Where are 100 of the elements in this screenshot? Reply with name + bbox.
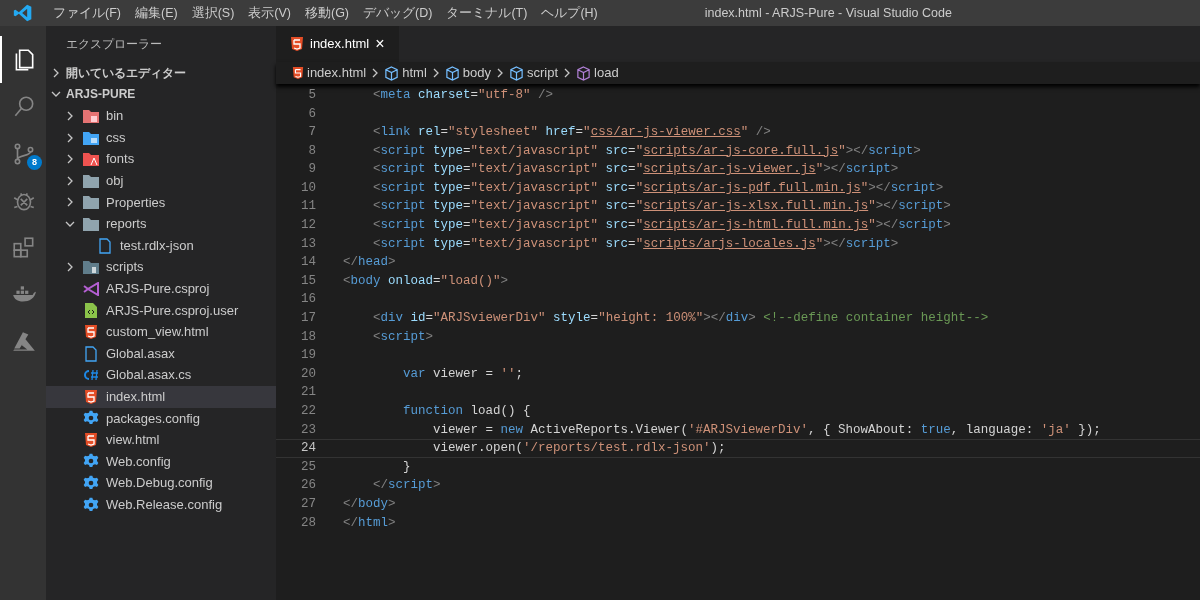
gear-icon bbox=[83, 453, 99, 470]
line-number: 21 bbox=[300, 384, 316, 402]
line-number: 27 bbox=[300, 496, 316, 513]
code-line: viewer.open('/reports/test.rdlx-json'); bbox=[432, 440, 726, 458]
visual-studio-icon bbox=[83, 281, 99, 296]
html5-icon bbox=[84, 431, 98, 448]
code-file-icon bbox=[84, 302, 98, 319]
cube-icon bbox=[444, 65, 460, 81]
line-number: 16 bbox=[300, 291, 316, 309]
menu-item[interactable]: 表示(V) bbox=[241, 3, 298, 23]
code-line: <script type="text/javascript" src="scripts/ar-js-html.full.min.js"></script> bbox=[372, 217, 951, 235]
line-number: 6 bbox=[307, 105, 316, 123]
folder-icon bbox=[83, 195, 99, 210]
tree-item[interactable]: Properties bbox=[46, 191, 276, 214]
tree-item[interactable]: css bbox=[46, 126, 276, 149]
tree-item[interactable]: index.html bbox=[46, 385, 276, 408]
code-line: <div id="ARJSviewerDiv" style="height: 100%"></div> <!--define container height--> bbox=[372, 310, 989, 328]
line-number: 14 bbox=[300, 254, 316, 272]
scripts-folder-icon bbox=[83, 260, 99, 275]
menu-item[interactable]: 編集(E) bbox=[127, 3, 185, 23]
line-number: 26 bbox=[300, 477, 316, 495]
tree-item[interactable]: Global.asax.cs bbox=[46, 364, 276, 386]
breadcrumb[interactable]: html bbox=[402, 63, 427, 83]
tree-item[interactable]: Web.config bbox=[46, 450, 276, 473]
section-header[interactable]: ARJS-PURE bbox=[46, 83, 276, 106]
cube-icon bbox=[576, 65, 592, 81]
tree-item[interactable]: packages.config bbox=[46, 407, 276, 430]
code-line: <script type="text/javascript" src="scripts/arjs-locales.js"></script> bbox=[372, 235, 899, 253]
line-number: 22 bbox=[300, 403, 316, 420]
code-line: </script> bbox=[372, 477, 441, 495]
line-number: 13 bbox=[300, 235, 316, 253]
code-line: </html> bbox=[343, 514, 396, 532]
breadcrumb[interactable]: load bbox=[594, 63, 619, 83]
line-number: 28 bbox=[300, 514, 316, 532]
html5-icon bbox=[292, 66, 304, 80]
code-line: } bbox=[402, 458, 411, 476]
menu-item[interactable]: ターミナル(T) bbox=[439, 3, 535, 23]
sidebar-title: エクスプローラー bbox=[66, 36, 162, 53]
window-title: index.html - ARJS-Pure - Visual Studio Code bbox=[704, 4, 952, 22]
code-line: var viewer = ''; bbox=[402, 365, 524, 383]
line-number: 17 bbox=[300, 310, 316, 328]
badge: 8 bbox=[27, 155, 42, 170]
code-line: <meta charset="utf-8" /> bbox=[372, 86, 554, 104]
html5-icon bbox=[290, 36, 304, 52]
tree-item[interactable]: fonts bbox=[46, 148, 276, 170]
menu-item[interactable]: ヘルプ(H) bbox=[534, 3, 605, 23]
gear-icon bbox=[83, 496, 99, 513]
menu-item[interactable]: デバッグ(D) bbox=[356, 3, 440, 23]
cube-icon bbox=[509, 65, 524, 81]
gear-icon bbox=[83, 475, 99, 492]
tree-item[interactable]: scripts bbox=[46, 256, 276, 278]
folder-icon bbox=[83, 173, 99, 188]
line-number: 23 bbox=[300, 421, 316, 439]
tree-item[interactable]: custom_view.html bbox=[46, 321, 276, 343]
tree-item[interactable]: bin bbox=[46, 105, 276, 127]
menu-item[interactable]: 移動(G) bbox=[298, 3, 357, 23]
line-number: 15 bbox=[300, 272, 316, 290]
tree-item[interactable]: ARJS-Pure.csproj bbox=[46, 277, 276, 300]
code-line: <link rel="stylesheet" href="css/ar-js-viewer.css" /> bbox=[372, 124, 771, 142]
cube-icon bbox=[384, 65, 400, 81]
tree-item[interactable]: view.html bbox=[46, 429, 276, 451]
code-line: <script> bbox=[372, 328, 434, 346]
bin-folder-icon bbox=[83, 109, 99, 123]
breadcrumb[interactable]: script bbox=[527, 63, 559, 83]
line-number: 7 bbox=[307, 124, 316, 142]
tree-item[interactable]: Web.Debug.config bbox=[46, 472, 276, 494]
editor-tab[interactable]: index.html × bbox=[276, 26, 399, 62]
code-line: <script type="text/javascript" src="scripts/ar-js-pdf.full.min.js"></script> bbox=[372, 179, 944, 197]
line-number: 25 bbox=[300, 458, 316, 476]
menu-item[interactable]: ファイル(F) bbox=[46, 3, 128, 23]
code-line: <script type="text/javascript" src="scripts/ar-js-viewer.js"></script> bbox=[372, 161, 899, 179]
code-line: <body onload="load()"> bbox=[343, 272, 509, 290]
line-number: 20 bbox=[300, 365, 316, 383]
close-button[interactable]: × bbox=[375, 36, 385, 52]
line-number: 9 bbox=[307, 161, 316, 179]
tree-item[interactable]: ARJS-Pure.csproj.user bbox=[46, 299, 276, 322]
menu-item[interactable]: 選択(S) bbox=[184, 3, 242, 23]
css-folder-icon bbox=[83, 130, 99, 145]
tree-item[interactable]: obj bbox=[46, 169, 276, 192]
breadcrumb[interactable]: index.html bbox=[307, 63, 367, 83]
code-line: <script type="text/javascript" src="scripts/ar-js-xlsx.full.min.js"></script> bbox=[372, 198, 951, 216]
tree-item[interactable]: Web.Release.config bbox=[46, 493, 276, 516]
html5-icon bbox=[84, 323, 98, 340]
folder-icon bbox=[83, 216, 99, 231]
line-number: 24 bbox=[300, 440, 316, 458]
gear-icon bbox=[83, 410, 99, 427]
breadcrumb[interactable]: body bbox=[462, 63, 491, 83]
code-line: function load() { bbox=[402, 403, 531, 420]
line-number: 11 bbox=[300, 198, 316, 216]
code-line: <script type="text/javascript" src="scripts/ar-js-core.full.js"></script> bbox=[372, 142, 921, 160]
line-number: 19 bbox=[300, 347, 316, 365]
activity-bar-button[interactable]: 8 bbox=[0, 130, 46, 177]
code-line: </body> bbox=[343, 496, 396, 513]
section-header[interactable]: 開いているエディター bbox=[46, 62, 276, 84]
csharp-icon bbox=[82, 368, 100, 383]
html5-icon bbox=[84, 388, 98, 405]
tree-item[interactable]: Global.asax bbox=[46, 342, 276, 365]
line-number: 12 bbox=[300, 217, 316, 235]
tree-item[interactable]: test.rdlx-json bbox=[46, 234, 276, 257]
tree-item[interactable]: reports bbox=[46, 213, 276, 235]
